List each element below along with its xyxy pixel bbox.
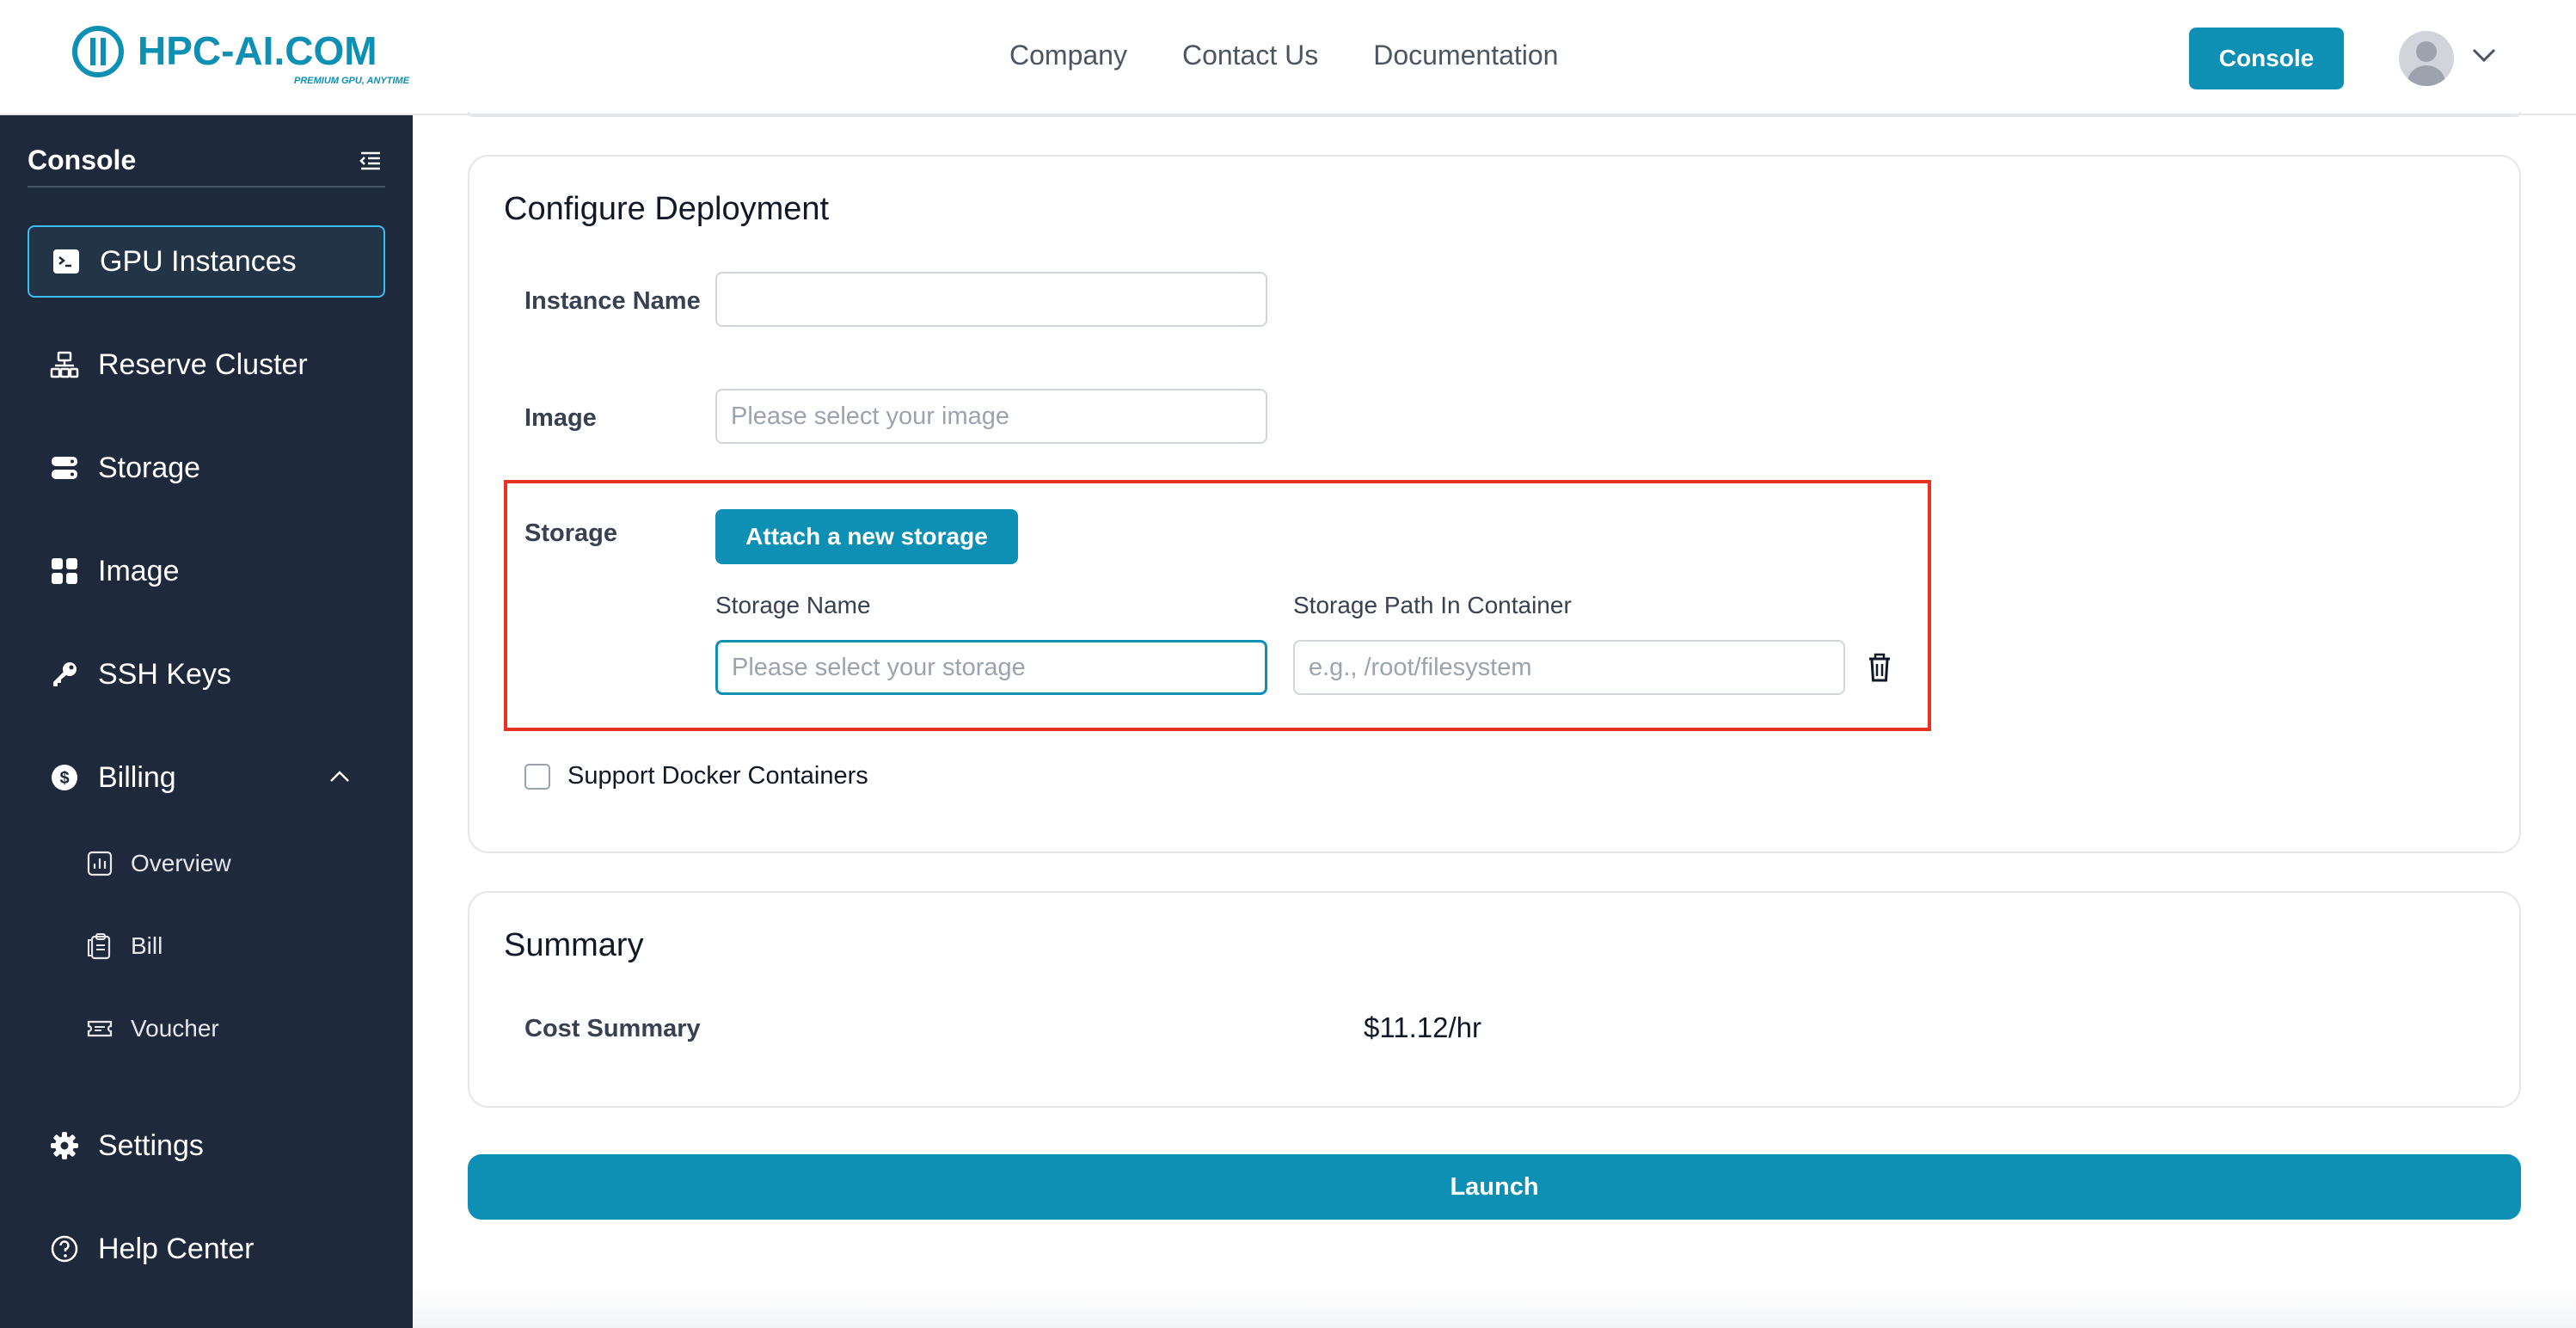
instance-name-input[interactable] bbox=[715, 272, 1267, 327]
storage-name-label: Storage Name bbox=[715, 592, 871, 618]
sidebar-item-ssh-keys[interactable]: SSH Keys bbox=[28, 638, 385, 710]
image-select[interactable] bbox=[715, 389, 1267, 444]
sidebar-item-settings[interactable]: Settings bbox=[28, 1110, 385, 1182]
sidebar-item-label: Settings bbox=[98, 1128, 204, 1162]
grid-icon bbox=[52, 558, 77, 584]
bottom-shade bbox=[413, 1285, 2576, 1328]
page: HPC-AI.COM PREMIUM GPU, ANYTIME Company … bbox=[0, 0, 2576, 1328]
ticket-icon bbox=[87, 1020, 113, 1037]
sidebar-item-billing[interactable]: $ Billing bbox=[28, 741, 385, 814]
svg-text:$: $ bbox=[59, 769, 69, 788]
user-avatar-icon[interactable] bbox=[2399, 31, 2454, 86]
chart-icon bbox=[87, 851, 113, 876]
sidebar-subitem-label: Bill bbox=[131, 932, 163, 959]
top-navbar: HPC-AI.COM PREMIUM GPU, ANYTIME Company … bbox=[0, 0, 2576, 115]
summary-card: Summary Cost Summary $11.12/hr bbox=[468, 891, 2521, 1108]
nav-link-contact-us[interactable]: Contact Us bbox=[1182, 40, 1318, 71]
sidebar-subitem-voucher[interactable]: Voucher bbox=[86, 1003, 219, 1054]
sidebar-item-label: SSH Keys bbox=[98, 657, 231, 691]
nav-link-company[interactable]: Company bbox=[1009, 40, 1127, 71]
sidebar-subitem-bill[interactable]: Bill bbox=[86, 920, 163, 972]
key-icon bbox=[53, 662, 77, 686]
chevron-down-icon[interactable] bbox=[2471, 46, 2497, 64]
sidebar-item-label: Storage bbox=[98, 451, 201, 484]
sidebar-item-image[interactable]: Image bbox=[28, 535, 385, 607]
sidebar-subitem-label: Overview bbox=[131, 850, 231, 876]
sidebar-item-label: Billing bbox=[98, 760, 176, 794]
storage-label: Storage bbox=[524, 520, 617, 547]
sidebar: Console GPU Instances Reserve Cluster St… bbox=[0, 115, 413, 1328]
clipboard-icon bbox=[88, 933, 111, 960]
storage-icon bbox=[52, 457, 77, 479]
nav-link-documentation[interactable]: Documentation bbox=[1373, 40, 1558, 71]
sidebar-item-label: Image bbox=[98, 554, 180, 587]
logo-tagline: PREMIUM GPU, ANYTIME bbox=[294, 76, 410, 86]
dollar-icon: $ bbox=[52, 765, 77, 790]
sidebar-item-gpu-instances[interactable]: GPU Instances bbox=[28, 225, 385, 298]
sidebar-item-help-center[interactable]: Help Center bbox=[28, 1213, 385, 1285]
trash-icon[interactable] bbox=[1866, 652, 1893, 683]
chevron-up-icon[interactable] bbox=[328, 767, 351, 786]
storage-path-label: Storage Path In Container bbox=[1293, 592, 1572, 618]
sidebar-item-reserve-cluster[interactable]: Reserve Cluster bbox=[28, 329, 385, 401]
sidebar-subitem-label: Voucher bbox=[131, 1015, 219, 1042]
docker-support-label[interactable]: Support Docker Containers bbox=[567, 762, 868, 790]
help-icon bbox=[51, 1235, 78, 1263]
docker-support-checkbox[interactable] bbox=[524, 764, 550, 790]
terminal-icon bbox=[53, 249, 79, 274]
sidebar-title: Console bbox=[28, 144, 137, 175]
card-title: Configure Deployment bbox=[504, 191, 830, 227]
sidebar-subitem-overview[interactable]: Overview bbox=[86, 838, 231, 889]
instance-name-label: Instance Name bbox=[524, 287, 701, 315]
sidebar-item-label: GPU Instances bbox=[100, 244, 297, 278]
attach-storage-button[interactable]: Attach a new storage bbox=[715, 509, 1018, 564]
previous-card-edge bbox=[468, 112, 2521, 117]
cost-summary-label: Cost Summary bbox=[524, 1015, 701, 1042]
logo-text: HPC-AI.COM bbox=[138, 28, 377, 73]
console-button[interactable]: Console bbox=[2189, 28, 2344, 89]
image-label: Image bbox=[524, 404, 597, 432]
sidebar-item-label: Help Center bbox=[98, 1232, 255, 1265]
launch-button[interactable]: Launch bbox=[468, 1154, 2521, 1220]
configure-deployment-card: Configure Deployment Instance Name Image… bbox=[468, 155, 2521, 853]
top-nav-links: Company Contact Us Documentation bbox=[1009, 40, 1558, 71]
sidebar-header: Console bbox=[28, 144, 385, 188]
sidebar-item-storage[interactable]: Storage bbox=[28, 432, 385, 504]
logo-mark-icon bbox=[72, 26, 124, 77]
sidebar-item-label: Reserve Cluster bbox=[98, 347, 308, 381]
main-content: Configure Deployment Instance Name Image… bbox=[413, 112, 2576, 1328]
gear-icon bbox=[51, 1132, 78, 1159]
brand-logo[interactable]: HPC-AI.COM PREMIUM GPU, ANYTIME bbox=[72, 24, 416, 93]
cost-summary-value: $11.12/hr bbox=[1364, 1011, 1481, 1043]
summary-title: Summary bbox=[504, 927, 644, 963]
storage-path-input[interactable] bbox=[1293, 640, 1845, 695]
cluster-icon bbox=[50, 351, 79, 378]
collapse-menu-icon[interactable] bbox=[358, 148, 383, 174]
storage-name-select[interactable] bbox=[715, 640, 1267, 695]
